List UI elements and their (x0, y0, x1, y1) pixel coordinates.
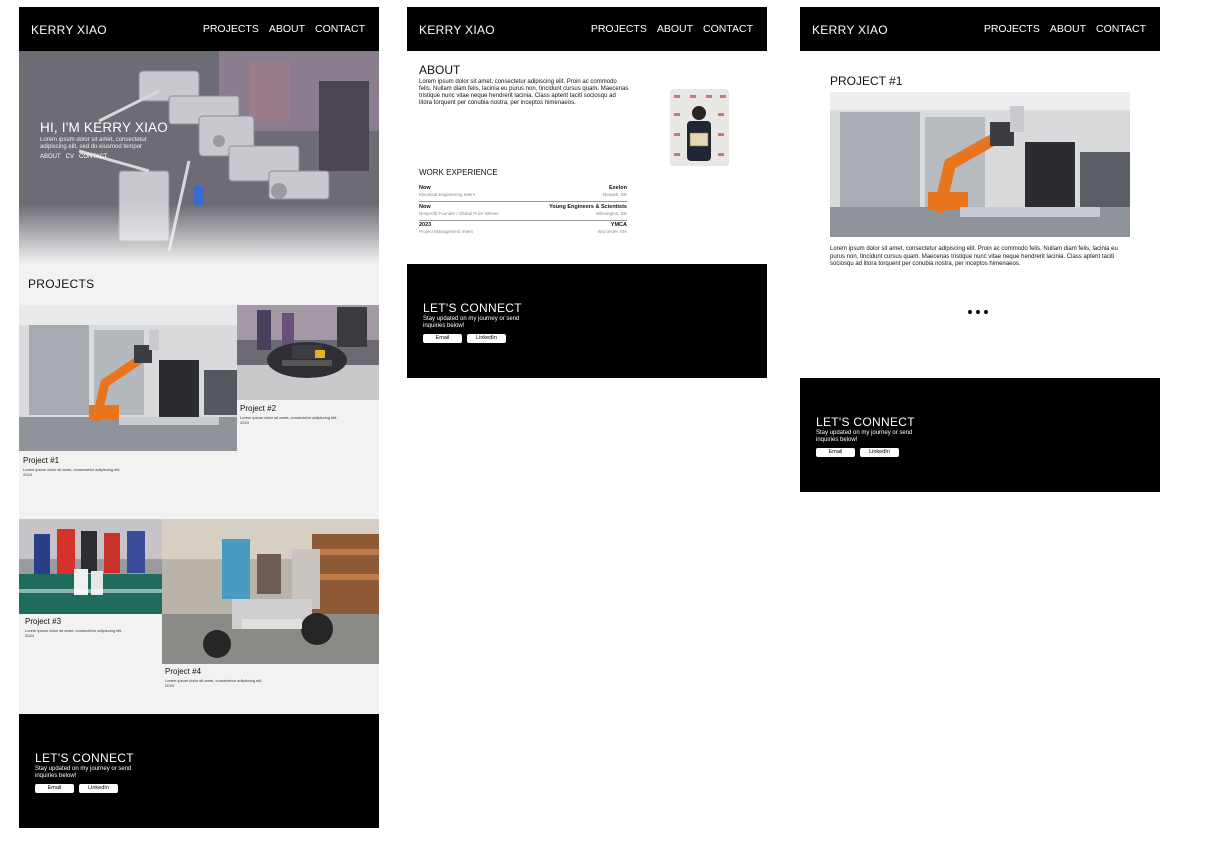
work-when: Now (419, 203, 431, 210)
work-location: Worcester, MA (597, 229, 627, 234)
work-org: YMCA (610, 222, 627, 228)
project-3-image[interactable] (19, 519, 162, 614)
project-4-image[interactable] (162, 519, 379, 664)
nav-link-contact[interactable]: CONTACT (1096, 23, 1146, 35)
linkedin-button[interactable]: LinkedIn (467, 334, 506, 343)
linkedin-button[interactable]: LinkedIn (860, 448, 899, 457)
work-row: Now Nonprofit Founder / Global Prize Win… (419, 203, 627, 221)
about-page-frame: KERRY XIAO PROJECTS ABOUT CONTACT ABOUT … (407, 7, 767, 378)
project-1-caption: Project #1 Lorem ipsum dolor sit amet, c… (23, 456, 143, 477)
hero-links: ABOUT CV CONTACT (40, 154, 108, 160)
connect-text: Stay updated on my journey or send inqui… (816, 430, 913, 443)
nav-link-projects[interactable]: PROJECTS (203, 23, 259, 35)
project-2-title[interactable]: Project #2 (240, 404, 350, 413)
work-experience-title: WORK EXPERIENCE (419, 168, 498, 177)
nav-link-projects[interactable]: PROJECTS (591, 23, 647, 35)
portrait-photo (670, 89, 729, 166)
project-detail-frame: KERRY XIAO PROJECTS ABOUT CONTACT PROJEC… (800, 7, 1160, 492)
project-detail-text: Lorem ipsum dolor sit amet, consectetur … (830, 246, 1118, 267)
hero-title: HI, I'M KERRY XIAO (40, 120, 168, 135)
connect-title: LET'S CONNECT (35, 751, 134, 765)
connect-text: Stay updated on my journey or send inqui… (423, 316, 520, 329)
projects-heading: PROJECTS (28, 277, 95, 291)
work-location: Wilmington, DE (595, 210, 627, 216)
project-4-desc: Lorem ipsum dolor sit amet, consectetur … (165, 678, 263, 683)
connect-section: LET'S CONNECT Stay updated on my journey… (19, 714, 379, 828)
project-detail-title: PROJECT #1 (830, 74, 903, 88)
email-button[interactable]: Email (816, 448, 855, 457)
connect-text: Stay updated on my journey or send inqui… (35, 766, 132, 779)
navbar: KERRY XIAO PROJECTS ABOUT CONTACT (407, 7, 767, 51)
nav-links: PROJECTS ABOUT CONTACT (591, 23, 753, 35)
project-detail-image (830, 92, 1130, 237)
work-role: Nonprofit Founder / Global Prize Winner (419, 210, 500, 216)
nav-links: PROJECTS ABOUT CONTACT (984, 23, 1146, 35)
project-4-title[interactable]: Project #4 (165, 667, 275, 676)
nav-links: PROJECTS ABOUT CONTACT (203, 23, 365, 35)
project-1-title[interactable]: Project #1 (23, 456, 143, 465)
email-button[interactable]: Email (423, 334, 462, 343)
email-button[interactable]: Email (35, 784, 74, 793)
work-role: Electrical Engineering Intern (419, 192, 476, 197)
project-2-image[interactable] (237, 305, 379, 400)
work-org: Young Engineers & Scientists (549, 203, 627, 210)
connect-buttons: Email LinkedIn (816, 448, 899, 457)
hero-link-about[interactable]: ABOUT (40, 154, 61, 160)
hero-banner: HI, I'M KERRY XIAO Lorem ipsum dolor sit… (19, 51, 379, 264)
project-4-year: 2024 (165, 683, 174, 688)
about-title: ABOUT (419, 63, 461, 77)
project-2-caption: Project #2 Lorem ipsum dolor sit amet, c… (240, 404, 350, 425)
nav-link-projects[interactable]: PROJECTS (984, 23, 1040, 35)
nav-link-about[interactable]: ABOUT (657, 23, 693, 35)
project-1-year: 2024 (23, 472, 32, 477)
home-page-frame: KERRY XIAO PROJECTS ABOUT CONTACT HI, I'… (19, 7, 379, 828)
brand-logo[interactable]: KERRY XIAO (31, 23, 107, 37)
project-3-title[interactable]: Project #3 (25, 617, 135, 626)
project-2-year: 2024 (240, 420, 249, 425)
work-when: 2023 (419, 222, 432, 228)
work-org: Exelon (608, 185, 627, 191)
brand-logo[interactable]: KERRY XIAO (419, 23, 495, 37)
navbar: KERRY XIAO PROJECTS ABOUT CONTACT (800, 7, 1160, 51)
project-3-desc: Lorem ipsum dolor sit amet, consectetur … (25, 628, 123, 633)
hero-fade (19, 204, 379, 264)
hero-subtitle: Lorem ipsum dolor sit amet, consectetur … (40, 137, 147, 150)
work-row: Now Electrical Engineering Intern Exelon… (419, 184, 627, 202)
work-experience-list: Now Electrical Engineering Intern Exelon… (419, 184, 627, 240)
project-2-desc: Lorem ipsum dolor sit amet, consectetur … (240, 415, 338, 420)
connect-section: LET'S CONNECT Stay updated on my journey… (407, 264, 767, 378)
nav-link-about[interactable]: ABOUT (269, 23, 305, 35)
work-row: 2023 Project Management Intern YMCA Worc… (419, 221, 627, 239)
project-3-year: 2024 (25, 633, 34, 638)
more-icon[interactable] (968, 310, 988, 314)
nav-link-about[interactable]: ABOUT (1050, 23, 1086, 35)
hero-link-cv[interactable]: CV (66, 154, 74, 160)
linkedin-button[interactable]: LinkedIn (79, 784, 118, 793)
navbar: KERRY XIAO PROJECTS ABOUT CONTACT (19, 7, 379, 51)
work-location: Newark, DE (602, 192, 627, 197)
nav-link-contact[interactable]: CONTACT (315, 23, 365, 35)
brand-logo[interactable]: KERRY XIAO (812, 23, 888, 37)
connect-title: LET'S CONNECT (423, 301, 522, 315)
nav-link-contact[interactable]: CONTACT (703, 23, 753, 35)
about-text: Lorem ipsum dolor sit amet, consectetur … (419, 79, 629, 106)
connect-buttons: Email LinkedIn (35, 784, 118, 793)
project-3-caption: Project #3 Lorem ipsum dolor sit amet, c… (25, 617, 135, 638)
project-1-image[interactable] (19, 305, 237, 451)
connect-title: LET'S CONNECT (816, 415, 915, 429)
project-4-caption: Project #4 Lorem ipsum dolor sit amet, c… (165, 667, 275, 688)
connect-section: LET'S CONNECT Stay updated on my journey… (800, 378, 1160, 492)
connect-buttons: Email LinkedIn (423, 334, 506, 343)
work-role: Project Management Intern (419, 229, 474, 234)
hero-link-contact[interactable]: CONTACT (79, 154, 108, 160)
work-when: Now (419, 185, 431, 191)
